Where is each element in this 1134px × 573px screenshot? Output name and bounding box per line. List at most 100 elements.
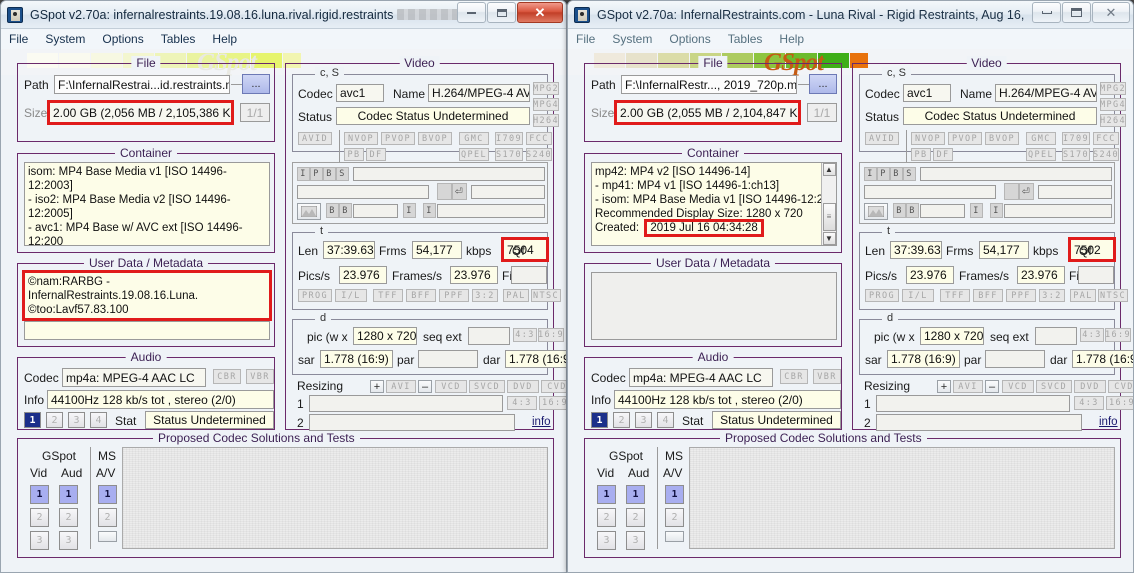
menu-file[interactable]: File xyxy=(576,32,595,46)
frms-label: Frms xyxy=(379,244,407,258)
dvd-badge: DVD xyxy=(1074,380,1106,393)
window-controls[interactable]: ✕ xyxy=(456,2,563,23)
ms-solution-1[interactable]: 1 xyxy=(98,485,117,504)
container-scrollbar[interactable]: ▲ ≡ ▼ xyxy=(821,163,836,245)
ms-solution-1[interactable]: 1 xyxy=(665,485,684,504)
audio-info-field[interactable]: 44100Hz 128 kb/s tot , stereo (2/0) xyxy=(614,390,841,409)
qpel-badge: QPEL xyxy=(1026,148,1056,161)
resize-row1-field[interactable] xyxy=(309,395,503,412)
audio-stream-2[interactable]: 2 xyxy=(613,412,630,428)
path-label: Path xyxy=(591,78,616,92)
container-listbox[interactable]: isom: MP4 Base Media v1 [ISO 14496-12:20… xyxy=(24,162,270,246)
minimize-button[interactable] xyxy=(1032,2,1061,23)
render-preview-icon[interactable] xyxy=(864,203,888,220)
gspot-window-right[interactable]: GSpot v2.70a: InfernalRestraints.com - L… xyxy=(567,0,1134,573)
audio-stream-3[interactable]: 3 xyxy=(68,412,85,428)
nav-play-icon[interactable]: ⏎ xyxy=(452,183,467,200)
titlebar-left[interactable]: GSpot v2.70a: infernalrestraints.19.08.1… xyxy=(1,1,566,29)
info-link[interactable]: info xyxy=(1099,416,1118,428)
menu-tables[interactable]: Tables xyxy=(728,32,763,46)
video-name-field[interactable]: H.264/MPEG-4 AVC xyxy=(428,84,530,102)
ms-solution-blank[interactable] xyxy=(665,531,684,542)
aud-solution-2[interactable]: 2 xyxy=(626,508,645,527)
browse-button[interactable]: ... xyxy=(242,74,270,94)
resize-row2-field[interactable] xyxy=(309,414,515,431)
menu-options[interactable]: Options xyxy=(102,32,143,46)
vid-solution-3[interactable]: 3 xyxy=(597,531,616,550)
maximize-button[interactable] xyxy=(1062,2,1091,23)
aud-solution-1[interactable]: 1 xyxy=(59,485,78,504)
audio-codec-field[interactable]: mp4a: MPEG-4 AAC LC xyxy=(62,368,206,387)
gspot-window-left[interactable]: GSpot v2.70a: infernalrestraints.19.08.1… xyxy=(0,0,567,573)
audio-codec-label: Codec xyxy=(24,371,59,385)
vid-solution-2[interactable]: 2 xyxy=(597,508,616,527)
ms-solution-blank[interactable] xyxy=(98,531,117,542)
video-name-field[interactable]: H.264/MPEG-4 AVC xyxy=(995,84,1097,102)
menu-system[interactable]: System xyxy=(612,32,652,46)
df-badge: DF xyxy=(933,148,953,161)
scroll-thumb[interactable]: ≡ xyxy=(822,203,836,231)
path-field[interactable]: F:\InfernalRestr..., 2019_720p.mp4 xyxy=(621,75,797,94)
maximize-button[interactable] xyxy=(487,2,516,23)
window-controls[interactable]: ✕ xyxy=(1031,2,1130,23)
proposed-results-panel[interactable] xyxy=(122,447,548,549)
resize-minus-button[interactable]: – xyxy=(418,380,432,393)
container-listbox[interactable]: mp42: MP4 v2 [ISO 14496-14] - mp41: MP4 … xyxy=(591,162,837,246)
path-field[interactable]: F:\InfernalRestrai...id.restraints.mp4 xyxy=(54,75,230,94)
audio-stream-3[interactable]: 3 xyxy=(635,412,652,428)
resize-row2-field[interactable] xyxy=(876,414,1082,431)
audio-stream-4[interactable]: 4 xyxy=(657,412,674,428)
resize-row1-field[interactable] xyxy=(876,395,1070,412)
nav-play-icon[interactable]: ⏎ xyxy=(1019,183,1034,200)
titlebar-right[interactable]: GSpot v2.70a: InfernalRestraints.com - L… xyxy=(568,1,1133,29)
menu-system[interactable]: System xyxy=(45,32,85,46)
userdata-listbox[interactable] xyxy=(591,272,837,340)
info-link[interactable]: info xyxy=(532,416,551,428)
audio-info-field[interactable]: 44100Hz 128 kb/s tot , stereo (2/0) xyxy=(47,390,274,409)
close-button[interactable]: ✕ xyxy=(517,2,563,23)
nav-prev-icon[interactable] xyxy=(437,183,452,200)
menu-file[interactable]: File xyxy=(9,32,28,46)
close-button[interactable]: ✕ xyxy=(1092,2,1130,23)
menu-options[interactable]: Options xyxy=(669,32,710,46)
aud-solution-3[interactable]: 3 xyxy=(626,531,645,550)
render-preview-icon[interactable] xyxy=(297,203,321,220)
audio-codec-field[interactable]: mp4a: MPEG-4 AAC LC xyxy=(629,368,773,387)
proposed-results-panel[interactable] xyxy=(689,447,1115,549)
audio-stream-4[interactable]: 4 xyxy=(90,412,107,428)
browse-button[interactable]: ... xyxy=(809,74,837,94)
resize-plus-button[interactable]: + xyxy=(937,380,951,393)
scroll-up-arrow[interactable]: ▲ xyxy=(822,163,836,176)
nav-prev-icon[interactable] xyxy=(1004,183,1019,200)
ms-solution-2[interactable]: 2 xyxy=(98,508,117,527)
audio-stream-1[interactable]: 1 xyxy=(24,412,41,428)
menubar-right[interactable]: File System Options Tables Help xyxy=(568,29,1133,49)
aud-solution-1[interactable]: 1 xyxy=(626,485,645,504)
userdata-listbox-overflow[interactable] xyxy=(24,321,270,340)
vid-col-label: Vid xyxy=(30,466,48,480)
menu-tables[interactable]: Tables xyxy=(161,32,196,46)
video-codec-field[interactable]: avc1 xyxy=(903,84,951,102)
size-field: 2.00 GB (2,055 MB / 2,104,847 KB xyxy=(614,100,801,125)
ms-col-label: MS xyxy=(98,449,116,463)
aud-solution-3[interactable]: 3 xyxy=(59,531,78,550)
userdata-listbox[interactable]: ©nam:RARBG - InfernalRestraints.19.08.16… xyxy=(22,270,272,321)
ms-solution-2[interactable]: 2 xyxy=(665,508,684,527)
audio-stream-1[interactable]: 1 xyxy=(591,412,608,428)
audio-stream-2[interactable]: 2 xyxy=(46,412,63,428)
resize-plus-button[interactable]: + xyxy=(370,380,384,393)
menubar-left[interactable]: File System Options Tables Help xyxy=(1,29,566,49)
resize-minus-button[interactable]: – xyxy=(985,380,999,393)
video-codec-field[interactable]: avc1 xyxy=(336,84,384,102)
vid-solution-1[interactable]: 1 xyxy=(30,485,49,504)
aud-solution-2[interactable]: 2 xyxy=(59,508,78,527)
menu-help[interactable]: Help xyxy=(779,32,804,46)
minimize-button[interactable] xyxy=(457,2,486,23)
menu-help[interactable]: Help xyxy=(212,32,237,46)
vid-solution-1[interactable]: 1 xyxy=(597,485,616,504)
par-field xyxy=(418,350,478,368)
vid-solution-3[interactable]: 3 xyxy=(30,531,49,550)
vid-solution-2[interactable]: 2 xyxy=(30,508,49,527)
scroll-down-arrow[interactable]: ▼ xyxy=(822,232,836,245)
video-group: Video c, S Codec avc1 Name H.264/MPEG-4 … xyxy=(285,56,566,431)
